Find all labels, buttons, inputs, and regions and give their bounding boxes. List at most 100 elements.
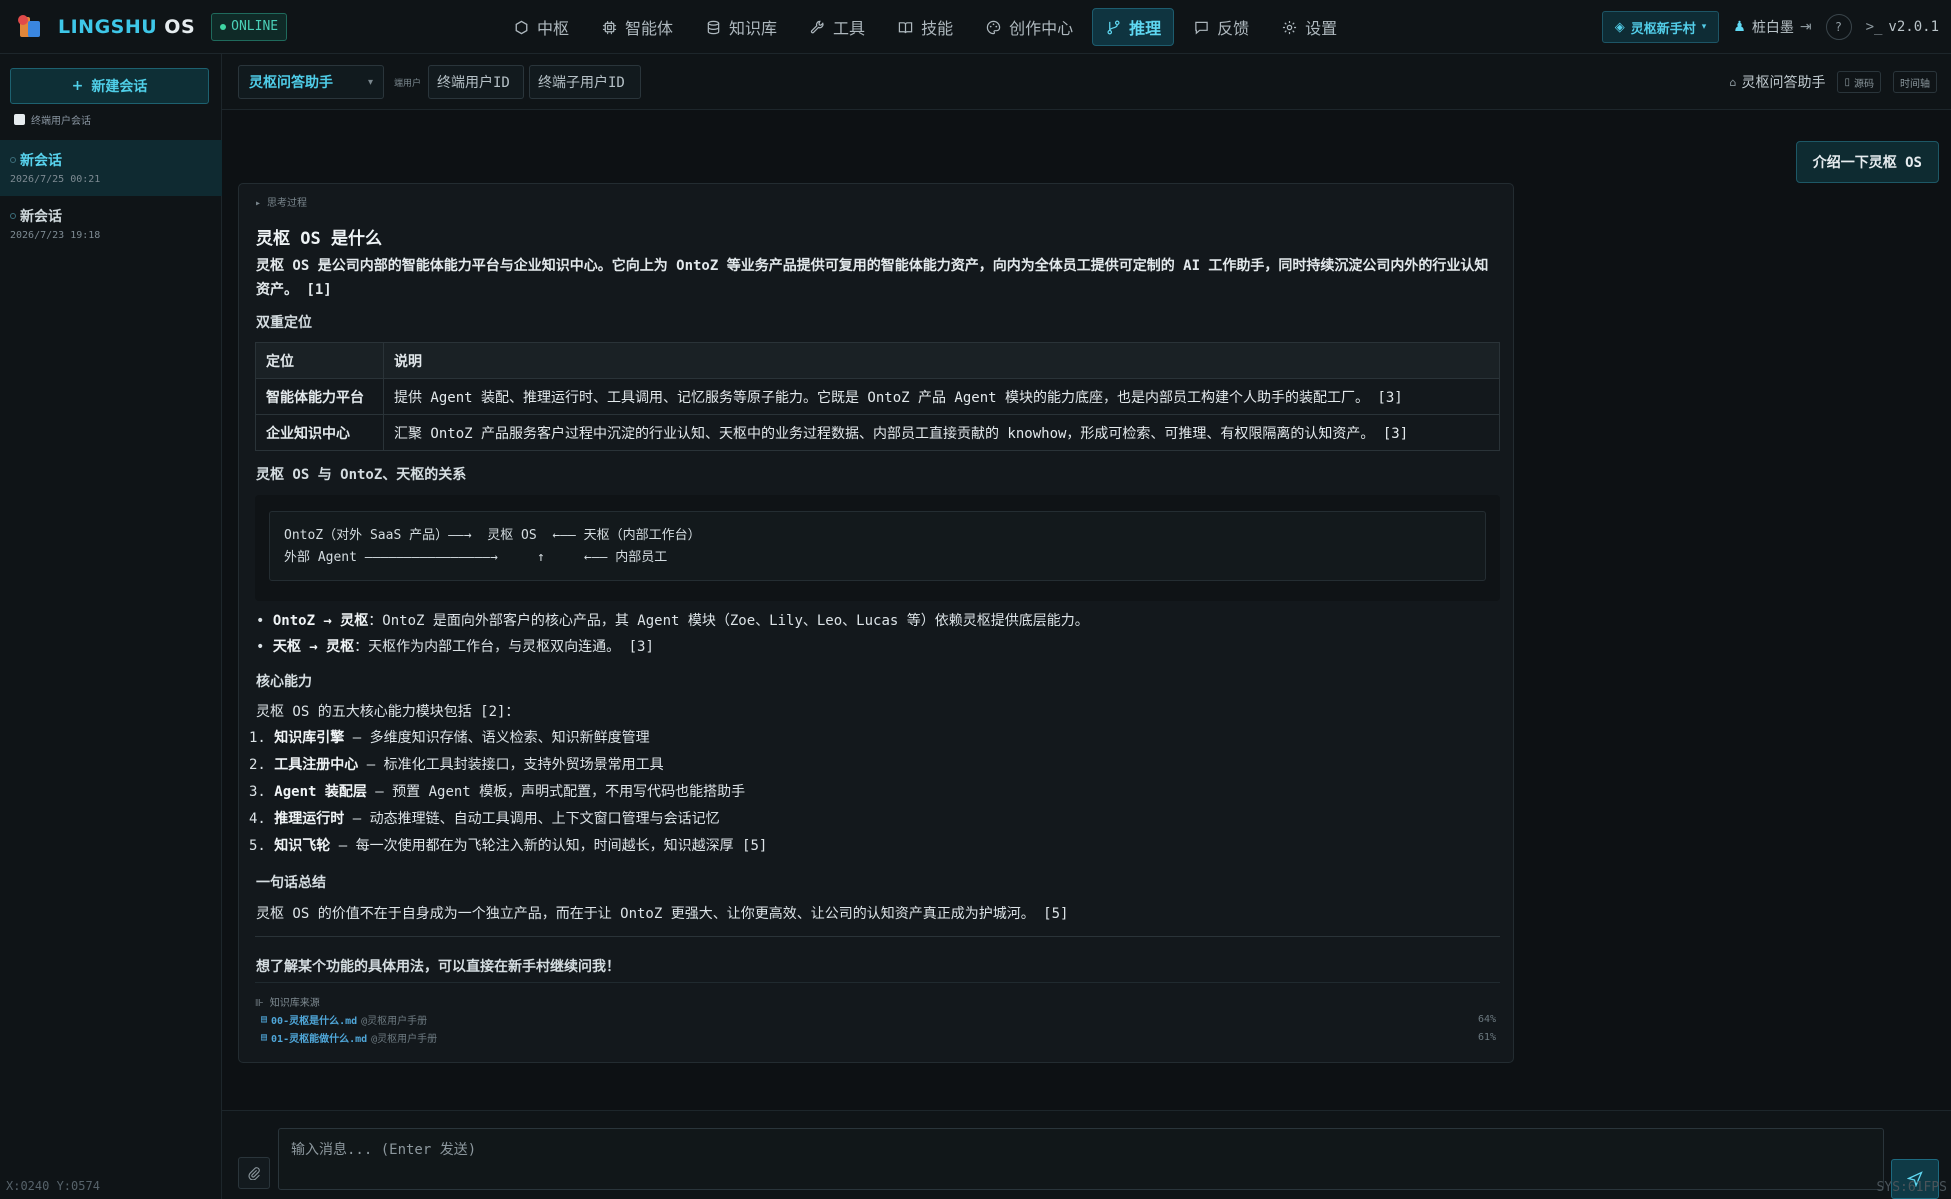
workspace-switcher[interactable]: ◈ 灵枢新手村 ▾ [1601,11,1720,43]
header-actions: ⌂ 灵枢问答助手 ▯ 源码 时间轴 [1729,71,1937,93]
message-icon [1193,19,1209,35]
timeline-button[interactable]: 时间轴 [1893,71,1937,93]
list-item: 4. 推理运行时 — 动态推理链、自动工具调用、上下文窗口管理与会话记忆 [249,811,720,827]
list-item: 3. Agent 装配层 — 预置 Agent 模板，声明式配置，不用写代码也能… [249,784,746,800]
message-input[interactable]: 输入消息... (Enter 发送) [278,1128,1884,1190]
sources-heading: ⊪ 知识库来源 [255,998,320,1009]
branch-icon [1105,19,1121,35]
nav-item-tools[interactable]: 工具 [796,8,878,46]
source-item[interactable]: ▤ 00-灵枢是什么.md @灵枢用户手册 64% [261,1012,1496,1027]
table-cell: 汇聚 OntoZ 产品服务客户过程中沉淀的行业认知、天枢中的业务过程数据、内部员… [383,414,1500,451]
chevron-down-icon: ▾ [1701,22,1707,32]
nav-item-inference[interactable]: 推理 [1092,8,1175,46]
database-icon [705,19,721,35]
doc-icon: ▤ [261,1014,268,1025]
table-header-row: 定位 说明 [255,342,1500,379]
positioning-table: 定位 说明 智能体能力平台 提供 Agent 装配、推理运行时、工具调用、记忆服… [255,342,1500,451]
answer-heading: 灵枢 OS 是什么 [256,229,382,249]
nav-item-skills[interactable]: 技能 [884,8,966,46]
session-dot-icon [10,157,16,163]
assistant-select[interactable]: 灵枢问答助手 ▾ [238,65,384,99]
new-chat-button[interactable]: + 新建会话 [10,68,209,104]
sub-user-id-input[interactable]: 终端子用户ID [529,65,641,99]
composer: 输入消息... (Enter 发送) [222,1110,1951,1199]
relation-diagram-text: OntoZ（对外 SaaS 产品）——→ 灵枢 OS ←—— 天枢（内部工作台）… [269,511,1486,581]
nav-item-hub[interactable]: 中枢 [500,8,582,46]
list-item: • 天枢 → 灵枢：天枢作为内部工作台，与灵枢双向连通。 [3] [256,639,654,655]
assistant-message: ▸ 思考过程 灵枢 OS 是什么 灵枢 OS 是公司内部的智能体能力平台与企业知… [238,183,1514,1063]
fps-counter: SYS:61FPS [1876,1180,1947,1195]
table-cell: 企业知识中心 [255,414,384,451]
core-intro: 灵枢 OS 的五大核心能力模块包括 [2]： [256,704,520,720]
table-header: 说明 [383,342,1500,379]
session-time: 2026/7/25 00:21 [10,174,101,185]
online-dot-icon [220,23,227,30]
gear-icon [1281,19,1297,35]
assistant-name: ⌂ 灵枢问答助手 [1729,75,1826,91]
chat-header: 灵枢问答助手 ▾ 端用户 终端用户ID 终端子用户ID ⌂ 灵枢问答助手 ▯ 源码… [222,54,1951,110]
relation-heading: 灵枢 OS 与 OntoZ、天枢的关系 [256,467,467,483]
brand[interactable]: LINGSHU OS ONLINE [16,12,288,41]
library-icon: ⊪ [255,998,264,1009]
chevron-down-icon: ▾ [367,76,373,88]
terminal-icon: >_ [1865,19,1883,35]
hexagon-icon [513,19,529,35]
palette-icon [985,19,1001,35]
answer-intro: 灵枢 OS 是公司内部的智能体能力平台与企业知识中心。它向上为 OntoZ 等业… [256,258,1489,298]
nav-item-settings[interactable]: 设置 [1268,8,1350,46]
relation-list: • OntoZ → 灵枢：OntoZ 是面向外部客户的核心产品，其 Agent … [256,608,1089,660]
list-item: 1. 知识库引擎 — 多维度知识存储、语义检索、知识新鲜度管理 [249,730,650,746]
bot-icon: ⌂ [1729,75,1737,89]
code-block: OntoZ（对外 SaaS 产品）——→ 灵枢 OS ←—— 天枢（内部工作台）… [255,495,1500,601]
logout-icon[interactable]: ⇥ [1800,19,1812,35]
session-item[interactable]: 新会话 2026/7/25 00:21 [0,140,222,196]
table-cell: 智能体能力平台 [255,378,384,415]
wrench-icon [809,19,825,35]
session-item[interactable]: 新会话 2026/7/23 19:18 [0,196,222,252]
top-bar: LINGSHU OS ONLINE 中枢 智能体 知识库 工具 技能 创作中心 … [0,0,1951,54]
sidebar: + 新建会话 终端用户会话 新会话 2026/7/25 00:21 新会话 20… [0,54,222,1199]
plus-icon: + [71,78,84,94]
help-icon[interactable]: ? [1825,14,1852,40]
divider [255,936,1500,937]
file-icon: ▯ [1844,76,1850,88]
layers-icon: ◈ [1614,19,1625,35]
table-row: 企业知识中心 汇聚 OntoZ 产品服务客户过程中沉淀的行业认知、天枢中的业务过… [255,414,1500,451]
user-menu[interactable]: ♟ 桩白墨 ⇥ [1733,17,1811,37]
list-item: 2. 工具注册中心 — 标准化工具封装接口，支持外贸场景常用工具 [249,757,664,773]
divider [255,982,1500,983]
core-heading: 核心能力 [256,674,312,690]
cpu-icon [601,19,617,35]
list-item: • OntoZ → 灵枢：OntoZ 是面向外部客户的核心产品，其 Agent … [256,613,1089,629]
list-item: 5. 知识飞轮 — 每一次使用都在为飞轮注入新的认知，时间越长，知识越深厚 [5… [249,838,768,854]
source-button[interactable]: ▯ 源码 [1837,71,1881,93]
checkbox[interactable] [14,114,25,125]
top-right-controls: ◈ 灵枢新手村 ▾ ♟ 桩白墨 ⇥ ? >_ v2.0.1 [1601,11,1939,43]
table-cell: 提供 Agent 装配、推理运行时、工具调用、记忆服务等原子能力。它既是 Ont… [383,378,1500,415]
thinking-toggle[interactable]: ▸ 思考过程 [255,194,307,209]
session-time: 2026/7/23 19:18 [10,230,101,241]
nav-item-creation[interactable]: 创作中心 [972,8,1086,46]
end-user-id-input[interactable]: 终端用户ID [428,65,524,99]
main-nav: 中枢 智能体 知识库 工具 技能 创作中心 推理 反馈 设置 [500,8,1350,46]
capability-list: 1. 知识库引擎 — 多维度知识存储、语义检索、知识新鲜度管理 2. 工具注册中… [249,725,767,860]
paperclip-icon[interactable] [238,1157,270,1189]
summary-text: 灵枢 OS 的价值不在于自身成为一个独立产品，而在于让 OntoZ 更强大、让你… [256,906,1069,922]
table-row: 智能体能力平台 提供 Agent 装配、推理运行时、工具调用、记忆服务等原子能力… [255,378,1500,415]
nav-item-agents[interactable]: 智能体 [588,8,686,46]
doc-icon: ▤ [261,1032,268,1043]
nav-item-feedback[interactable]: 反馈 [1180,8,1262,46]
summary-heading: 一句话总结 [256,875,326,891]
cursor-coords: X:0240 Y:0574 [6,1179,100,1193]
closing-text: 想了解某个功能的具体用法，可以直接在新手村继续问我！ [256,959,620,975]
end-user-session-toggle[interactable]: 终端用户会话 [14,112,91,127]
table-header: 定位 [255,342,384,379]
user-icon: ♟ [1733,19,1746,35]
session-dot-icon [10,213,16,219]
dual-positioning-heading: 双重定位 [256,315,312,331]
user-message: 介绍一下灵枢 OS [1795,141,1939,183]
lingshu-logo [16,13,44,41]
version-label: >_ v2.0.1 [1865,19,1939,35]
nav-item-knowledge[interactable]: 知识库 [692,8,790,46]
source-item[interactable]: ▤ 01-灵枢能做什么.md @灵枢用户手册 61% [261,1030,1496,1045]
